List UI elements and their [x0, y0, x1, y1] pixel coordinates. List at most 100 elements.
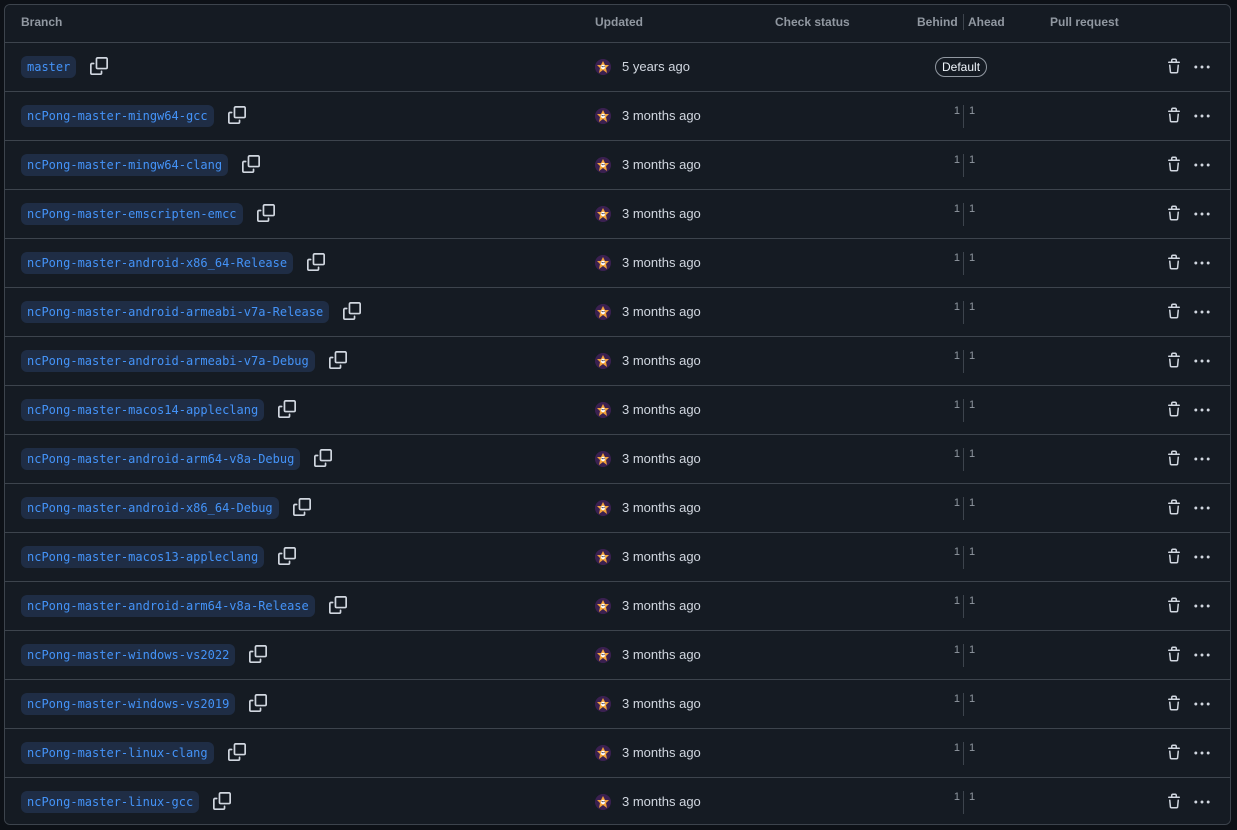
kebab-horizontal-icon[interactable] — [1193, 303, 1213, 321]
trash-icon[interactable] — [1166, 597, 1182, 615]
avatar[interactable] — [595, 206, 611, 222]
branch-name-link[interactable]: ncPong-master-android-arm64-v8a-Debug — [21, 448, 301, 470]
avatar[interactable] — [595, 794, 611, 810]
avatar[interactable] — [595, 157, 611, 173]
avatar[interactable] — [595, 696, 611, 712]
branch-name-link[interactable]: ncPong-master-macos13-appleclang — [21, 546, 265, 568]
trash-icon[interactable] — [1166, 450, 1182, 468]
avatar[interactable] — [595, 402, 611, 418]
copy-icon[interactable] — [329, 351, 349, 371]
ahead-count: 1 — [969, 105, 976, 117]
trash-icon[interactable] — [1166, 646, 1182, 664]
behind-ahead-divider — [963, 203, 964, 226]
trash-icon[interactable] — [1166, 793, 1182, 811]
branch-name-link[interactable]: master — [21, 56, 77, 78]
trash-icon[interactable] — [1166, 107, 1182, 125]
copy-icon[interactable] — [343, 302, 363, 322]
branch-name-link[interactable]: ncPong-master-android-armeabi-v7a-Debug — [21, 350, 315, 372]
copy-icon[interactable] — [242, 155, 262, 175]
trash-icon[interactable] — [1166, 156, 1182, 174]
kebab-horizontal-icon[interactable] — [1193, 254, 1213, 272]
kebab-horizontal-icon[interactable] — [1193, 548, 1213, 566]
avatar[interactable] — [595, 108, 611, 124]
copy-icon[interactable] — [249, 694, 269, 714]
branch-name-link[interactable]: ncPong-master-android-armeabi-v7a-Releas… — [21, 301, 330, 323]
behind-count: 1 — [953, 791, 960, 803]
trash-icon[interactable] — [1166, 695, 1182, 713]
kebab-horizontal-icon[interactable] — [1193, 695, 1213, 713]
trash-icon[interactable] — [1166, 401, 1182, 419]
trash-icon[interactable] — [1166, 548, 1182, 566]
avatar[interactable] — [595, 598, 611, 614]
trash-icon[interactable] — [1166, 744, 1182, 762]
kebab-horizontal-icon[interactable] — [1193, 352, 1213, 370]
behind-count: 1 — [953, 252, 960, 264]
ahead-count: 1 — [969, 595, 976, 607]
updated-time: 3 months ago — [622, 206, 701, 221]
branch-name-link[interactable]: ncPong-master-macos14-appleclang — [21, 399, 265, 421]
table-row: ncPong-master-linux-gcc 3 months ago 1 1 — [5, 778, 1230, 824]
trash-icon[interactable] — [1166, 499, 1182, 517]
table-row: ncPong-master-linux-clang 3 months ago 1 1 — [5, 729, 1230, 778]
branches-table: Branch Updated Check status Behind Ahead… — [4, 4, 1231, 825]
behind-ahead-divider — [963, 497, 964, 520]
kebab-horizontal-icon[interactable] — [1193, 646, 1213, 664]
branch-name-link[interactable]: ncPong-master-mingw64-clang — [21, 154, 229, 176]
behind-count: 1 — [953, 742, 960, 754]
trash-icon[interactable] — [1166, 205, 1182, 223]
copy-icon[interactable] — [278, 547, 298, 567]
default-badge: Default — [935, 57, 988, 77]
avatar[interactable] — [595, 451, 611, 467]
avatar[interactable] — [595, 353, 611, 369]
kebab-horizontal-icon[interactable] — [1193, 450, 1213, 468]
copy-icon[interactable] — [293, 498, 313, 518]
kebab-horizontal-icon[interactable] — [1193, 107, 1213, 125]
kebab-horizontal-icon[interactable] — [1193, 499, 1213, 517]
ahead-count: 1 — [969, 350, 976, 362]
ahead-count: 1 — [969, 252, 976, 264]
copy-icon[interactable] — [257, 204, 277, 224]
copy-icon[interactable] — [213, 792, 233, 812]
behind-count: 1 — [953, 644, 960, 656]
branch-name-link[interactable]: ncPong-master-mingw64-gcc — [21, 105, 214, 127]
trash-icon[interactable] — [1166, 58, 1182, 76]
table-row: ncPong-master-windows-vs2022 3 months ago… — [5, 631, 1230, 680]
kebab-horizontal-icon[interactable] — [1193, 156, 1213, 174]
kebab-horizontal-icon[interactable] — [1193, 597, 1213, 615]
avatar[interactable] — [595, 745, 611, 761]
branch-name-link[interactable]: ncPong-master-windows-vs2019 — [21, 693, 236, 715]
kebab-horizontal-icon[interactable] — [1193, 793, 1213, 811]
avatar[interactable] — [595, 647, 611, 663]
avatar[interactable] — [595, 549, 611, 565]
trash-icon[interactable] — [1166, 303, 1182, 321]
branch-name-link[interactable]: ncPong-master-android-x86_64-Release — [21, 252, 294, 274]
branch-name-link[interactable]: ncPong-master-linux-clang — [21, 742, 214, 764]
branch-name-link[interactable]: ncPong-master-android-arm64-v8a-Release — [21, 595, 315, 617]
table-row: ncPong-master-mingw64-gcc 3 months ago 1 1 — [5, 92, 1230, 141]
table-row: ncPong-master-android-arm64-v8a-Debug 3 m… — [5, 435, 1230, 484]
copy-icon[interactable] — [307, 253, 327, 273]
branch-name-link[interactable]: ncPong-master-windows-vs2022 — [21, 644, 236, 666]
copy-icon[interactable] — [90, 57, 110, 77]
copy-icon[interactable] — [314, 449, 334, 469]
table-row: ncPong-master-android-x86_64-Debug 3 mont… — [5, 484, 1230, 533]
copy-icon[interactable] — [278, 400, 298, 420]
avatar[interactable] — [595, 59, 611, 75]
ahead-count: 1 — [969, 791, 976, 803]
copy-icon[interactable] — [228, 743, 248, 763]
copy-icon[interactable] — [228, 106, 248, 126]
branch-name-link[interactable]: ncPong-master-linux-gcc — [21, 791, 200, 813]
trash-icon[interactable] — [1166, 254, 1182, 272]
avatar[interactable] — [595, 255, 611, 271]
branch-name-link[interactable]: ncPong-master-emscripten-emcc — [21, 203, 243, 225]
avatar[interactable] — [595, 500, 611, 516]
kebab-horizontal-icon[interactable] — [1193, 401, 1213, 419]
trash-icon[interactable] — [1166, 352, 1182, 370]
kebab-horizontal-icon[interactable] — [1193, 58, 1213, 76]
kebab-horizontal-icon[interactable] — [1193, 744, 1213, 762]
branch-name-link[interactable]: ncPong-master-android-x86_64-Debug — [21, 497, 279, 519]
copy-icon[interactable] — [329, 596, 349, 616]
copy-icon[interactable] — [249, 645, 269, 665]
kebab-horizontal-icon[interactable] — [1193, 205, 1213, 223]
avatar[interactable] — [595, 304, 611, 320]
